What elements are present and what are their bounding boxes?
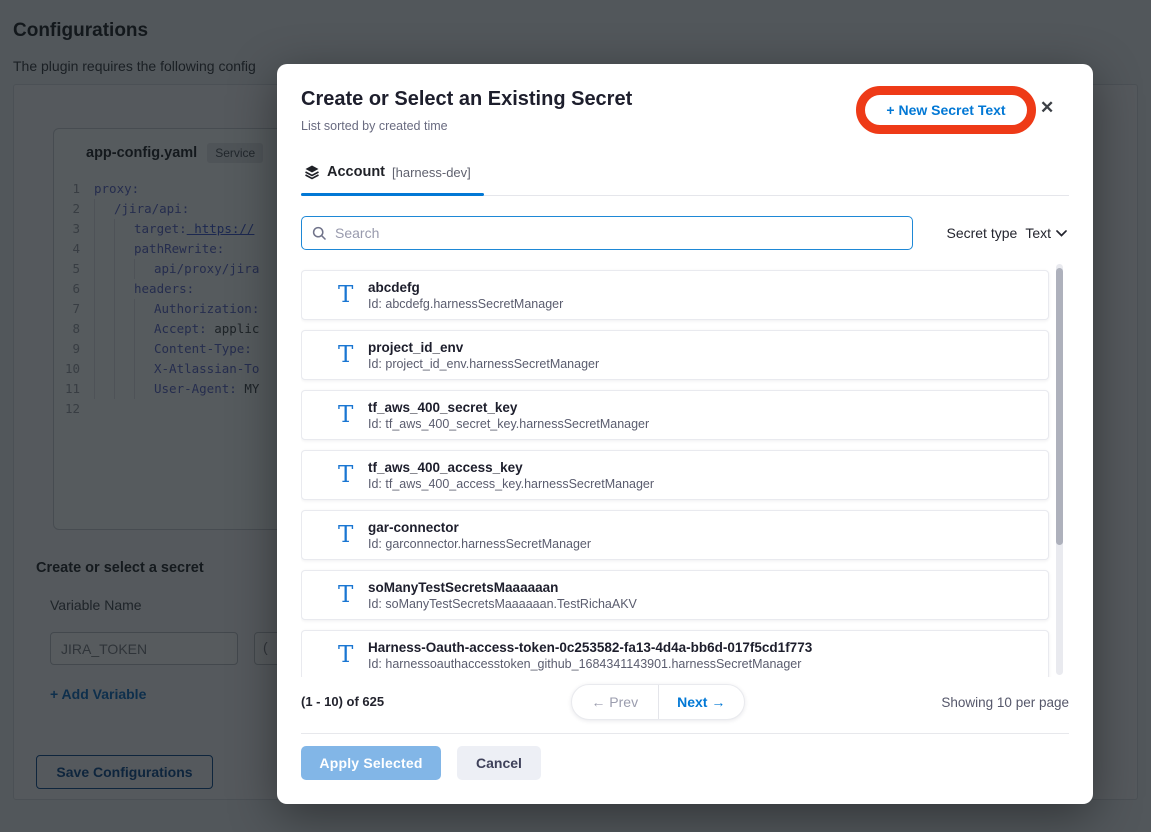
prev-button[interactable]: ← Prev xyxy=(572,685,659,719)
tab-account-label: Account xyxy=(327,164,385,180)
secret-list-item[interactable]: TsoManyTestSecretsMaaaaaan Id: soManyTest… xyxy=(301,570,1049,620)
tab-active-underline xyxy=(301,193,484,196)
annotation-red-circle: + New Secret Text xyxy=(856,86,1036,134)
footer-divider xyxy=(301,733,1069,734)
scrollbar-thumb[interactable] xyxy=(1056,268,1063,545)
secret-id: Id: abcdefg.harnessSecretManager xyxy=(368,297,563,311)
secret-list-item[interactable]: Tproject_id_env Id: project_id_env.harnes… xyxy=(301,330,1049,380)
secret-type-dropdown[interactable]: Text xyxy=(1025,225,1067,241)
secret-type-value: Text xyxy=(1025,225,1051,241)
tab-account[interactable]: Account [harness-dev] xyxy=(304,164,471,180)
secret-list-item[interactable]: THarness-Oauth-access-token-0c253582-fa1… xyxy=(301,630,1049,677)
secret-id: Id: project_id_env.harnessSecretManager xyxy=(368,357,599,371)
close-icon[interactable]: ✕ xyxy=(1040,98,1054,118)
secret-id: Id: garconnector.harnessSecretManager xyxy=(368,537,591,551)
showing-per-page: Showing 10 per page xyxy=(941,695,1069,710)
text-secret-icon: T xyxy=(338,524,368,547)
secret-type-label: Secret type xyxy=(946,225,1017,241)
pager: ← Prev Next → xyxy=(571,684,745,720)
new-secret-text-button[interactable]: + New Secret Text xyxy=(886,102,1005,118)
text-secret-icon: T xyxy=(338,344,368,367)
text-secret-icon: T xyxy=(338,464,368,487)
secret-name: tf_aws_400_secret_key xyxy=(368,400,649,415)
layers-icon xyxy=(304,164,320,180)
tab-account-scope: [harness-dev] xyxy=(392,165,471,180)
cancel-button[interactable]: Cancel xyxy=(457,746,541,780)
secret-id: Id: tf_aws_400_access_key.harnessSecretM… xyxy=(368,477,654,491)
apply-selected-button[interactable]: Apply Selected xyxy=(301,746,441,780)
secret-id: Id: soManyTestSecretsMaaaaaan.TestRichaA… xyxy=(368,597,637,611)
secret-list-item[interactable]: Ttf_aws_400_access_key Id: tf_aws_400_acc… xyxy=(301,450,1049,500)
secret-list-item[interactable]: Ttf_aws_400_secret_key Id: tf_aws_400_sec… xyxy=(301,390,1049,440)
text-secret-icon: T xyxy=(338,284,368,307)
pagination-range: (1 - 10) of 625 xyxy=(301,694,384,709)
modal-subtitle: List sorted by created time xyxy=(301,119,448,133)
search-box[interactable] xyxy=(301,216,913,250)
text-secret-icon: T xyxy=(338,404,368,427)
text-secret-icon: T xyxy=(338,644,368,667)
text-secret-icon: T xyxy=(338,584,368,607)
secret-name: gar-connector xyxy=(368,520,591,535)
secret-name: soManyTestSecretsMaaaaaan xyxy=(368,580,637,595)
secret-name: project_id_env xyxy=(368,340,599,355)
chevron-down-icon xyxy=(1056,230,1067,237)
secret-list-item[interactable]: Tabcdefg Id: abcdefg.harnessSecretManager xyxy=(301,270,1049,320)
next-button[interactable]: Next → xyxy=(659,685,745,719)
secret-id: Id: tf_aws_400_secret_key.harnessSecretM… xyxy=(368,417,649,431)
secret-modal: Create or Select an Existing Secret List… xyxy=(277,64,1093,804)
search-icon xyxy=(312,226,327,241)
secret-id: Id: harnessoauthaccesstoken_github_16843… xyxy=(368,657,812,671)
secret-name: abcdefg xyxy=(368,280,563,295)
screen: Configurations The plugin requires the f… xyxy=(0,0,1151,832)
modal-title: Create or Select an Existing Secret xyxy=(301,88,632,111)
secret-name: Harness-Oauth-access-token-0c253582-fa13… xyxy=(368,640,812,655)
secret-list: Tabcdefg Id: abcdefg.harnessSecretManager… xyxy=(301,262,1065,677)
secret-name: tf_aws_400_access_key xyxy=(368,460,654,475)
search-input[interactable] xyxy=(335,225,902,241)
secret-list-item[interactable]: Tgar-connector Id: garconnector.harnessSe… xyxy=(301,510,1049,560)
